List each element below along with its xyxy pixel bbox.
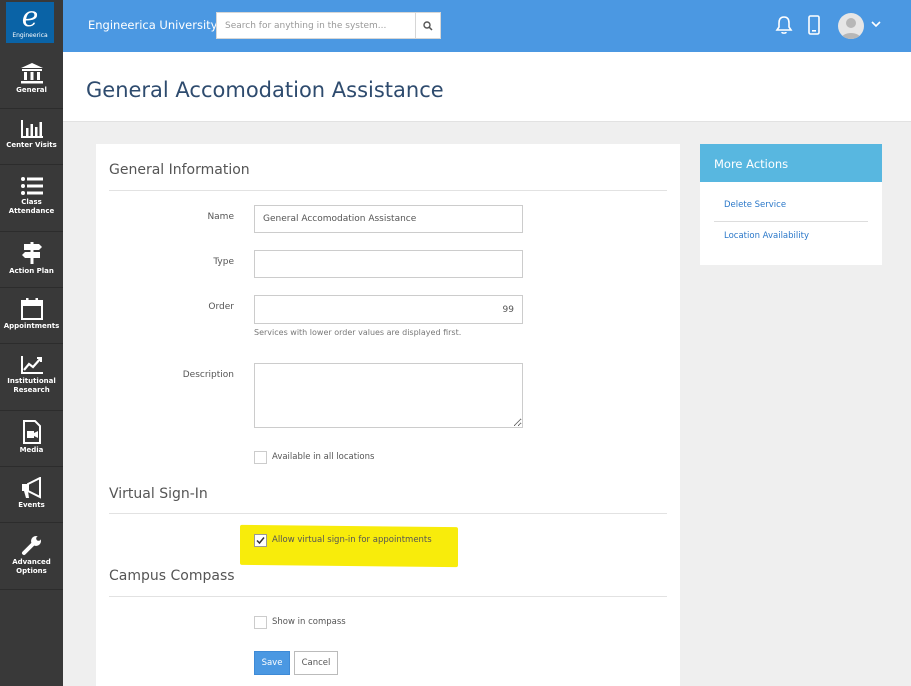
cancel-button[interactable]: Cancel bbox=[294, 651, 338, 675]
brand-name: Engineerica University bbox=[88, 18, 218, 32]
search-icon bbox=[423, 20, 433, 31]
type-label: Type bbox=[213, 257, 234, 267]
mobile-icon[interactable] bbox=[808, 15, 820, 35]
engineerica-logo[interactable]: e Engineerica bbox=[6, 2, 54, 43]
search-button[interactable] bbox=[415, 13, 440, 38]
sidebar-item-label: Institutional Research bbox=[7, 377, 56, 394]
available-all-checkbox[interactable] bbox=[254, 451, 267, 464]
sidebar-item-label: Media bbox=[19, 446, 44, 454]
virtual-signin-label: Allow virtual sign-in for appointments bbox=[272, 535, 432, 545]
sidebar-item-label: Advanced Options bbox=[12, 558, 51, 575]
description-field[interactable] bbox=[254, 363, 523, 428]
page-title: General Accomodation Assistance bbox=[86, 78, 444, 102]
chevron-down-icon[interactable] bbox=[871, 20, 881, 28]
sidebar-item-advanced-options[interactable]: Advanced Options bbox=[0, 523, 63, 590]
order-field[interactable] bbox=[254, 295, 523, 324]
show-in-compass-label: Show in compass bbox=[272, 617, 346, 627]
name-field[interactable] bbox=[254, 205, 523, 233]
sidebar-item-action-plan[interactable]: Action Plan bbox=[0, 232, 63, 288]
section-title-general: General Information bbox=[109, 162, 250, 178]
sidebar-item-label: Class Attendance bbox=[8, 198, 55, 215]
sidebar: e Engineerica General Center Visits Clas… bbox=[0, 0, 63, 686]
section-title-virtual: Virtual Sign-In bbox=[109, 486, 208, 502]
sidebar-item-institutional-research[interactable]: Institutional Research bbox=[0, 344, 63, 411]
divider bbox=[714, 221, 868, 222]
divider bbox=[109, 596, 667, 597]
location-availability-link[interactable]: Location Availability bbox=[724, 231, 809, 241]
user-avatar-icon bbox=[841, 18, 861, 39]
name-label: Name bbox=[207, 212, 234, 222]
section-title-compass: Campus Compass bbox=[109, 568, 235, 584]
top-bar: Engineerica University bbox=[63, 0, 911, 52]
service-form-card: General Information Name Type Order Serv… bbox=[96, 144, 680, 686]
highlight-marker bbox=[240, 524, 458, 568]
signpost-icon bbox=[21, 242, 42, 264]
wrench-icon bbox=[21, 536, 41, 555]
logo-text: Engineerica bbox=[12, 32, 48, 39]
checkmark-icon bbox=[256, 537, 265, 545]
sidebar-item-events[interactable]: Events bbox=[0, 467, 63, 523]
sidebar-item-media[interactable]: Media bbox=[0, 411, 63, 467]
sidebar-item-center-visits[interactable]: Center Visits bbox=[0, 109, 63, 165]
list-icon bbox=[20, 177, 43, 195]
type-field[interactable] bbox=[254, 250, 523, 278]
more-actions-panel: More Actions Delete Service Location Ava… bbox=[700, 144, 882, 265]
more-actions-title: More Actions bbox=[700, 144, 882, 182]
sidebar-item-label: Action Plan bbox=[9, 267, 54, 275]
page-header: General Accomodation Assistance bbox=[63, 52, 911, 122]
search-input[interactable] bbox=[217, 13, 417, 38]
media-file-icon bbox=[22, 420, 41, 444]
calendar-icon bbox=[20, 298, 43, 320]
delete-service-link[interactable]: Delete Service bbox=[724, 200, 786, 210]
avatar[interactable] bbox=[838, 13, 864, 39]
search-box bbox=[216, 12, 441, 39]
virtual-signin-checkbox[interactable] bbox=[254, 534, 267, 547]
divider bbox=[109, 513, 667, 514]
bell-icon[interactable] bbox=[775, 15, 793, 35]
description-label: Description bbox=[182, 370, 234, 380]
sidebar-item-label: Center Visits bbox=[6, 141, 57, 149]
save-button[interactable]: Save bbox=[254, 651, 290, 675]
show-in-compass-checkbox[interactable] bbox=[254, 616, 267, 629]
sidebar-item-general[interactable]: General bbox=[0, 53, 63, 109]
sidebar-item-appointments[interactable]: Appointments bbox=[0, 288, 63, 344]
sidebar-item-label: General bbox=[16, 86, 47, 94]
order-label: Order bbox=[208, 302, 234, 312]
logo-letter: e bbox=[21, 0, 39, 33]
sidebar-item-class-attendance[interactable]: Class Attendance bbox=[0, 165, 63, 232]
institution-icon bbox=[20, 63, 43, 84]
sidebar-item-label: Events bbox=[18, 501, 45, 509]
bar-chart-icon bbox=[20, 120, 43, 138]
sidebar-item-label: Appointments bbox=[3, 322, 60, 330]
divider bbox=[109, 190, 667, 191]
megaphone-icon bbox=[21, 477, 41, 499]
line-chart-icon bbox=[20, 356, 43, 374]
available-all-label: Available in all locations bbox=[272, 452, 375, 462]
order-help-text: Services with lower order values are dis… bbox=[254, 328, 462, 337]
